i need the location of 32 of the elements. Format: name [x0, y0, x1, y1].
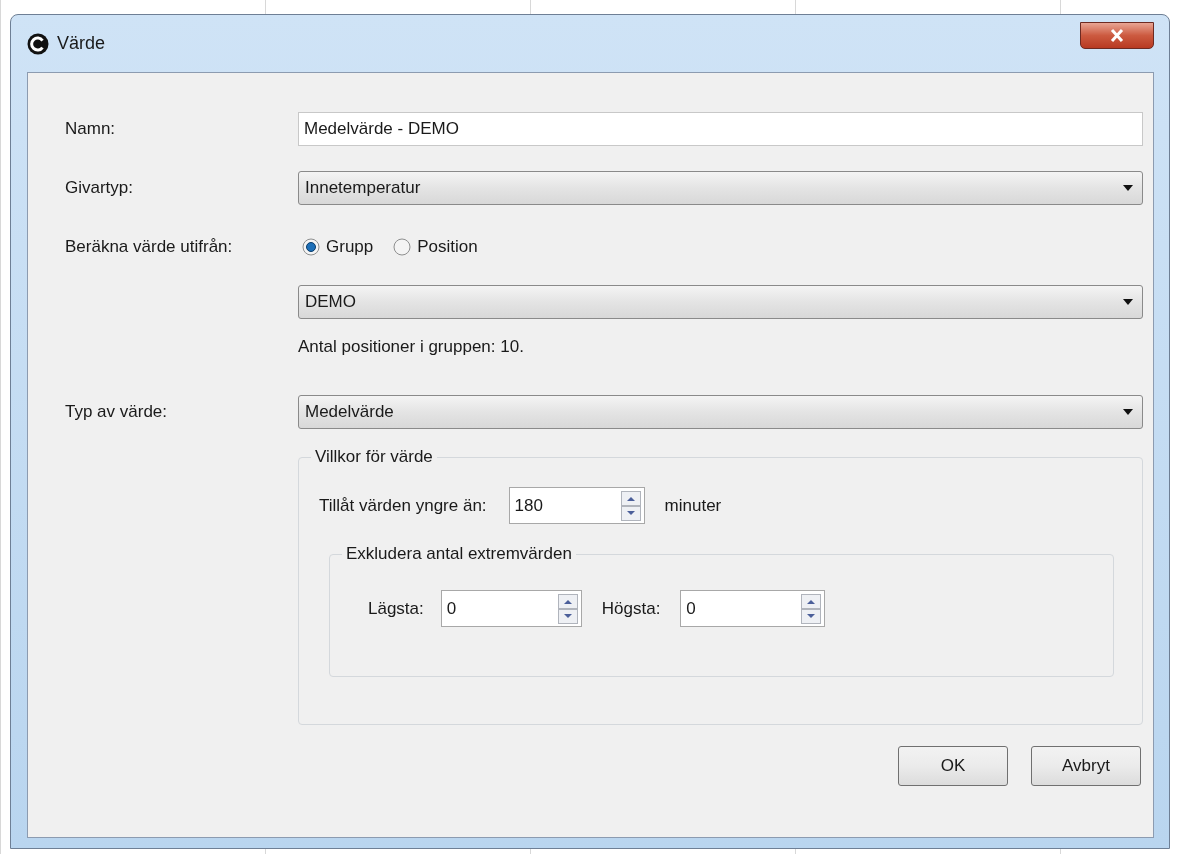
spin-arrows-icon: [620, 490, 641, 521]
close-icon: [1110, 29, 1124, 42]
radio-option[interactable]: Position: [389, 237, 478, 257]
close-button[interactable]: [1080, 22, 1154, 49]
group-count-text: Antal positioner i gruppen: 10.: [298, 337, 524, 357]
field-label: Typ av värde:: [65, 402, 169, 422]
spin-arrows-icon: [557, 593, 578, 624]
spin-field[interactable]: 0: [440, 590, 582, 627]
field-label: Lägsta:: [368, 598, 424, 619]
unit-label: minuter: [664, 495, 722, 516]
field-label: Högsta:: [601, 598, 661, 619]
spin-field[interactable]: 180: [508, 487, 645, 524]
cancel-button[interactable]: Avbryt: [1031, 746, 1141, 786]
dropdown-arrow-icon: [1122, 408, 1134, 416]
spin-arrows-icon: [801, 593, 822, 624]
group-box-title: Exkludera antal extremvärden: [345, 544, 573, 564]
radio-option[interactable]: Grupp: [298, 237, 374, 257]
window-title: Värde: [57, 33, 107, 54]
dropdown[interactable]: Medelvärde: [298, 395, 1143, 429]
dropdown[interactable]: Innetemperatur: [298, 171, 1143, 205]
ok-button[interactable]: OK: [898, 746, 1008, 786]
name-field[interactable]: Medelvärde - DEMO: [298, 112, 1143, 146]
field-label: Beräkna värde utifrån:: [65, 237, 234, 257]
group-box-title: Villkor för värde: [314, 447, 434, 467]
spin-field[interactable]: 0: [680, 590, 826, 627]
field-label: Givartyp:: [65, 178, 135, 198]
dropdown[interactable]: DEMO: [298, 285, 1143, 319]
dropdown-arrow-icon: [1122, 298, 1134, 306]
app-logo-icon: [27, 32, 49, 55]
field-label: Tillåt värden yngre än:: [319, 495, 487, 516]
dropdown-arrow-icon: [1122, 184, 1134, 192]
field-label: Namn:: [65, 119, 117, 139]
